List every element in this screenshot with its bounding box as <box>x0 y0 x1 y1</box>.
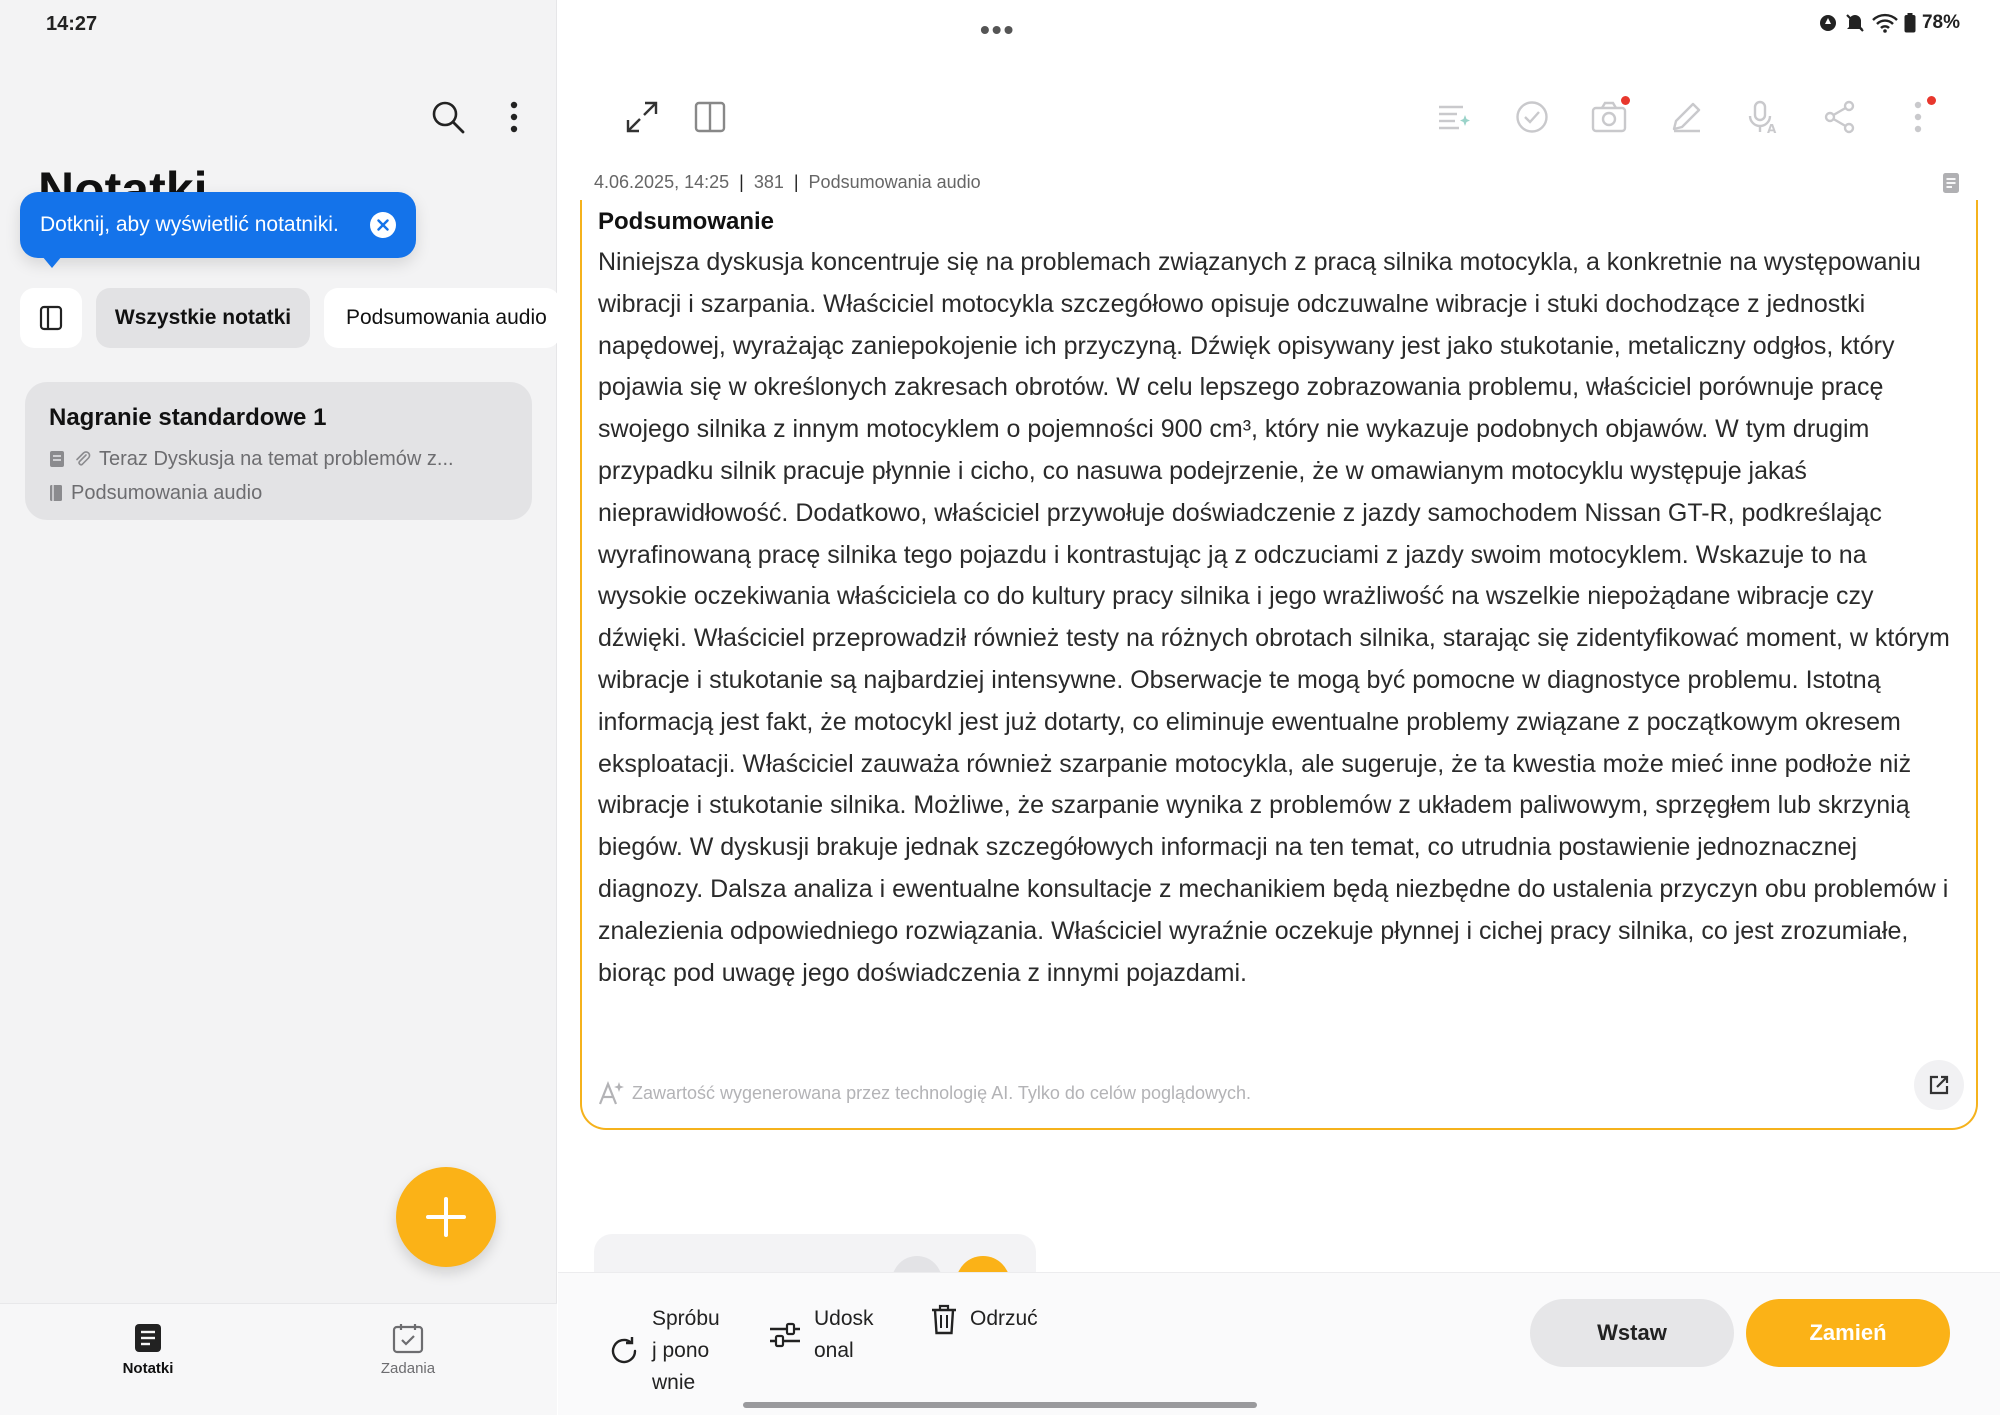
note-editor-panel: ••• 78% A 4.06.2025, 14:25 | 381 | Podsumowa… <box>558 0 2000 1415</box>
note-category: Podsumowania audio <box>808 172 981 192</box>
note-folder: Podsumowania audio <box>71 481 263 504</box>
close-icon[interactable] <box>370 212 396 238</box>
sidebar-panel-icon <box>39 305 63 331</box>
battery-icon <box>1904 13 1916 33</box>
refine-button[interactable]: Udoskonal <box>768 1303 884 1367</box>
chip-audio-summaries[interactable]: Podsumowania audio <box>324 288 560 348</box>
note-meta: 4.06.2025, 14:25 | 381 | Podsumowania audio <box>594 172 981 192</box>
voice-input-card[interactable] <box>594 1234 1036 1274</box>
note-info-icon[interactable] <box>1942 172 1960 199</box>
ai-sparkle-icon <box>598 1081 624 1105</box>
data-saver-icon <box>1819 15 1836 31</box>
char-count: 381 <box>753 172 784 192</box>
tooltip-arrow <box>42 256 62 268</box>
chip-all-notes[interactable]: Wszystkie notatki <box>96 288 310 348</box>
replace-button[interactable]: Zamień <box>1746 1299 1950 1367</box>
notes-list-panel: 14:27 Notatki Dotknij, aby wyświetlić no… <box>0 0 560 1415</box>
ai-disclaimer-text: Zawartość wygenerowana przez technologię… <box>632 1082 1252 1103</box>
nav-notes-label: Notatki <box>122 1360 174 1377</box>
more-options-icon[interactable] <box>1894 93 1942 141</box>
note-date: 4.06.2025, 14:25 <box>594 172 730 192</box>
window-handle-icon[interactable]: ••• <box>980 14 1015 46</box>
tooltip-text: Dotknij, aby wyświetlić notatniki. <box>40 213 339 236</box>
add-note-button[interactable] <box>396 1167 496 1267</box>
external-link-icon <box>1929 1075 1949 1095</box>
ai-summary-card: Podsumowanie Niniejsza dyskusja koncentr… <box>580 200 1978 1130</box>
bottom-navigation: Notatki Zadania <box>0 1303 557 1415</box>
note-doc-icon <box>50 451 64 467</box>
nav-tasks[interactable]: Zadania <box>338 1322 478 1377</box>
checklist-icon[interactable] <box>1508 93 1556 141</box>
note-preview: Teraz Dyskusja na temat problemów z... <box>99 447 454 470</box>
mute-icon <box>1846 14 1864 32</box>
summary-heading: Podsumowanie <box>598 208 775 235</box>
trash-icon <box>932 1304 956 1335</box>
notebooks-tooltip[interactable]: Dotknij, aby wyświetlić notatniki. <box>20 192 416 258</box>
camera-icon[interactable] <box>1585 93 1633 141</box>
tasks-icon <box>392 1324 424 1354</box>
menu-notification-dot <box>1927 96 1936 105</box>
discard-button[interactable]: Odrzuć <box>930 1303 1040 1335</box>
attachment-icon <box>76 451 91 466</box>
search-icon[interactable] <box>424 93 472 141</box>
camera-notification-dot <box>1621 96 1630 105</box>
refresh-icon <box>611 1337 637 1364</box>
ai-action-bar: Spróbuj ponownie Udoskonal Odrzuć Wstaw … <box>558 1272 2000 1415</box>
insert-button[interactable]: Wstaw <box>1530 1299 1734 1367</box>
battery-level: 78% <box>1921 12 1960 33</box>
discard-label: Odrzuć <box>970 1307 1038 1330</box>
ai-disclaimer: Zawartość wygenerowana przez technologię… <box>598 1080 1251 1106</box>
retry-label: Spróbuj ponownie <box>652 1307 720 1394</box>
svg-text:A: A <box>1767 122 1777 134</box>
split-view-icon[interactable] <box>686 93 734 141</box>
notebooks-toggle-button[interactable] <box>20 288 82 348</box>
voice-transcribe-icon[interactable]: A <box>1739 93 1787 141</box>
pen-icon[interactable] <box>1662 93 1710 141</box>
page-title: Notatki <box>38 162 208 196</box>
refine-label: Udoskonal <box>814 1307 874 1362</box>
notes-icon <box>135 1324 161 1352</box>
status-time: 14:27 <box>46 13 98 35</box>
ai-format-icon[interactable] <box>1430 93 1478 141</box>
wifi-icon <box>1872 13 1898 33</box>
note-list-item[interactable]: Nagranie standardowe 1 Teraz Dyskusja na… <box>25 382 532 520</box>
open-external-button[interactable] <box>1914 1060 1964 1110</box>
notebook-icon <box>50 485 62 501</box>
nav-tasks-label: Zadania <box>380 1360 436 1377</box>
nav-notes[interactable]: Notatki <box>78 1322 218 1377</box>
sliders-icon <box>770 1322 800 1348</box>
note-title: Nagranie standardowe 1 <box>49 404 327 431</box>
share-icon[interactable] <box>1816 93 1864 141</box>
expand-icon[interactable] <box>618 93 666 141</box>
more-options-icon[interactable] <box>490 93 538 141</box>
home-indicator[interactable] <box>743 1402 1257 1408</box>
summary-text: Niniejsza dyskusja koncentruje się na pr… <box>598 248 1950 987</box>
status-icons: 78% <box>1818 12 1960 34</box>
plus-icon <box>426 1197 466 1237</box>
retry-button[interactable]: Spróbuj ponownie <box>608 1303 722 1399</box>
